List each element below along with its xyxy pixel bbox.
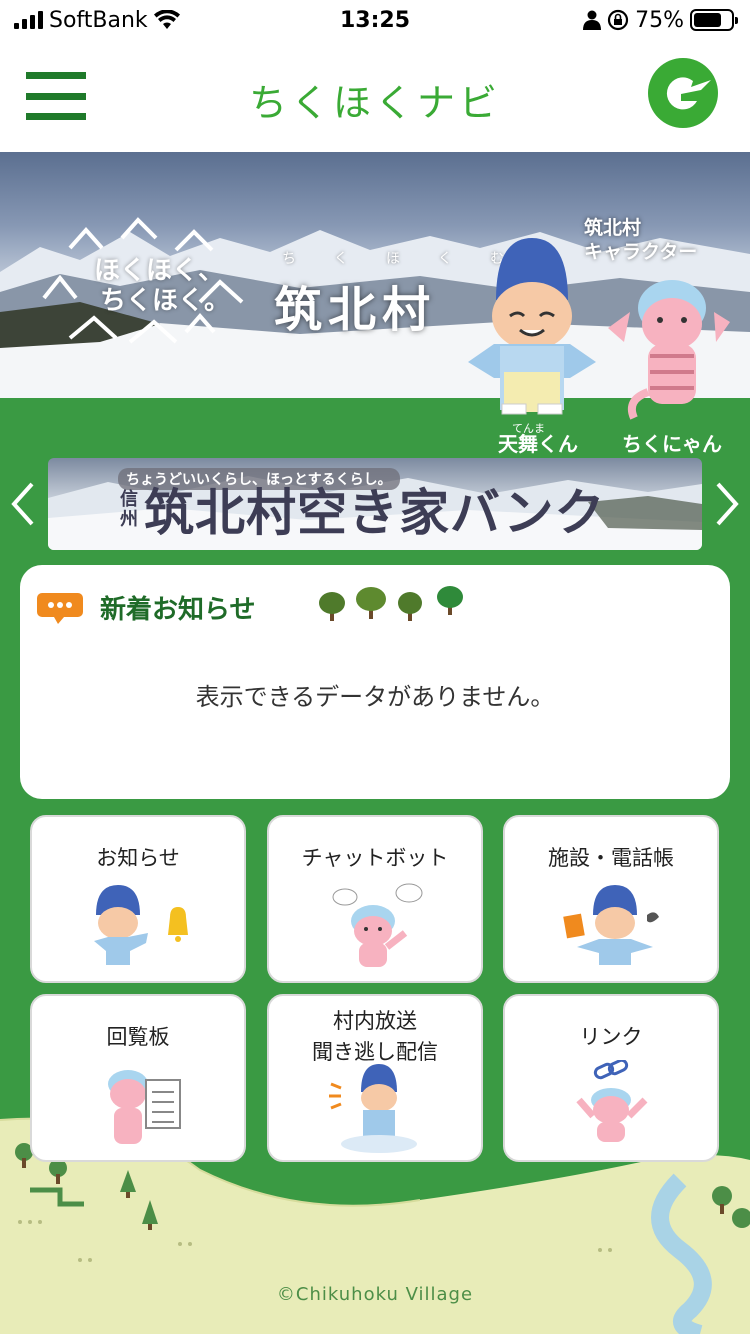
broadcast-tile[interactable]: 村内放送 聞き逃し配信 xyxy=(267,994,483,1162)
slogan-line2: ちくほく。 xyxy=(100,286,231,316)
links-tile[interactable]: リンク xyxy=(503,994,719,1162)
broadcast-label-line1: 村内放送 xyxy=(333,1009,417,1033)
chikunyan-character-icon xyxy=(608,280,730,420)
app-header: ちくほくナビ xyxy=(0,40,750,152)
carousel-prev-arrow-icon[interactable] xyxy=(4,478,40,530)
notices-label: お知らせ xyxy=(96,846,180,870)
circular-label: 回覧板 xyxy=(106,1025,170,1049)
tree-icon xyxy=(319,592,345,621)
notices-tile[interactable]: お知らせ xyxy=(30,815,246,983)
broadcast-label: 村内放送 聞き逃し配信 xyxy=(269,1006,481,1068)
app-title: ちくほくナビ xyxy=(248,81,501,125)
news-title: 新着お知らせ xyxy=(100,595,256,625)
hero-slogan: ほくほく、 ちくほく。 xyxy=(94,256,230,316)
chat-character-icon xyxy=(332,883,423,967)
battery-level xyxy=(694,13,721,27)
wifi-icon xyxy=(153,10,180,29)
tree-icon xyxy=(437,586,463,615)
rotation-lock-icon xyxy=(607,9,629,31)
carousel-next-arrow-icon[interactable] xyxy=(710,478,746,530)
status-left: SoftBank xyxy=(14,8,180,33)
signal-icon xyxy=(14,11,43,29)
slogan-line1: ほくほく、 xyxy=(94,256,225,286)
circular-board-character-icon xyxy=(108,1070,181,1144)
link-character-icon xyxy=(576,1060,648,1142)
mascot-characters xyxy=(468,238,730,420)
broadcast-character-icon xyxy=(329,1064,417,1153)
copyright: ©Chikuhoku Village xyxy=(276,1284,474,1305)
chatbot-label: チャットボット xyxy=(301,846,449,870)
chatbot-tile[interactable]: チャットボット xyxy=(267,815,483,983)
akiya-bank-banner[interactable]: ちょうどいいくらし、ほっとするくらし。 信州 筑北村空き家バンク xyxy=(48,458,702,550)
status-right: 75% xyxy=(583,7,738,33)
facilities-tile[interactable]: 施設・電話帳 xyxy=(503,815,719,983)
banner-title: 筑北村空き家バンク xyxy=(144,484,606,542)
chikunyan-label: ちくにゃん xyxy=(622,432,722,456)
banner-prefecture: 信州 xyxy=(120,489,138,530)
tree-icon xyxy=(398,592,422,621)
news-empty-message: 表示できるデータがありません。 xyxy=(195,683,555,711)
status-bar: SoftBank 13:25 75% xyxy=(0,0,750,40)
hero-village-name: 筑北村 xyxy=(274,282,437,338)
speech-bubble-icon xyxy=(37,593,83,624)
battery-percent: 75% xyxy=(635,7,684,33)
facilities-label: 施設・電話帳 xyxy=(548,846,674,870)
battery-icon xyxy=(690,9,738,31)
tree-icons xyxy=(319,586,463,621)
phonebook-character-icon xyxy=(563,885,659,965)
chain-link-icon xyxy=(593,1060,629,1080)
news-card: 新着お知らせ 表示できるデータがありません。 xyxy=(20,565,730,799)
app-logo xyxy=(648,58,718,128)
carrier-name: SoftBank xyxy=(49,7,148,33)
tenma-kun-label: 天舞くん xyxy=(498,432,578,456)
bell-character-icon xyxy=(94,885,188,965)
links-label: リンク xyxy=(579,1025,643,1049)
circular-tile[interactable]: 回覧板 xyxy=(30,994,246,1162)
tree-icon xyxy=(356,587,386,619)
person-icon xyxy=(583,10,602,30)
tenma-kun-character-icon xyxy=(468,238,596,415)
